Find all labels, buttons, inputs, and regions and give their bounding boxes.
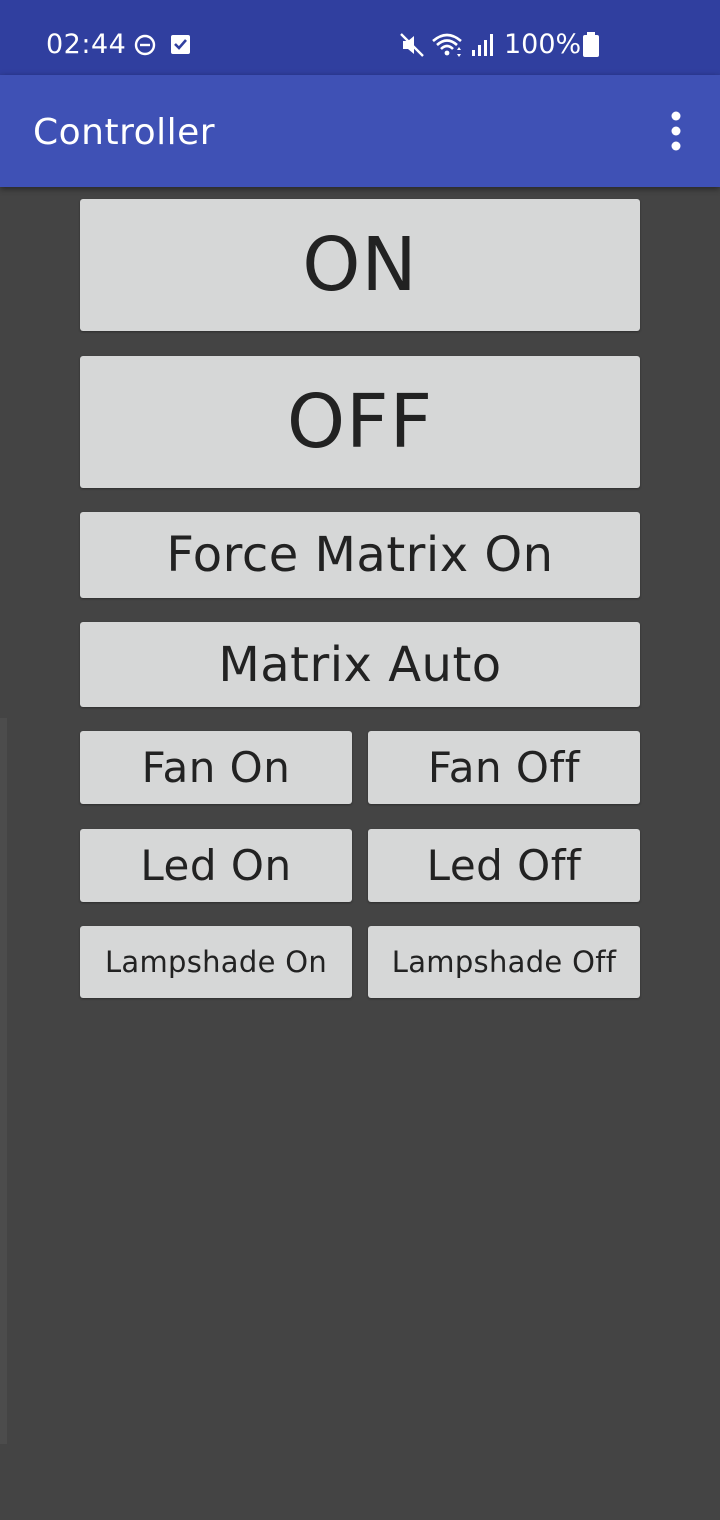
dnd-icon bbox=[134, 34, 156, 56]
app-bar: Controller bbox=[0, 75, 720, 187]
battery-icon bbox=[583, 32, 599, 57]
matrix-auto-button[interactable]: Matrix Auto bbox=[80, 622, 640, 707]
led-on-button[interactable]: Led On bbox=[80, 829, 352, 902]
more-vert-icon[interactable] bbox=[656, 105, 696, 157]
lampshade-on-button[interactable]: Lampshade On bbox=[80, 926, 352, 998]
fan-on-button[interactable]: Fan On bbox=[80, 731, 352, 804]
app-title: Controller bbox=[33, 112, 216, 153]
battery-percentage: 100% bbox=[504, 29, 582, 60]
signal-icon bbox=[472, 34, 493, 56]
wifi-icon bbox=[432, 33, 462, 57]
mute-icon bbox=[400, 33, 424, 57]
status-time: 02:44 bbox=[46, 29, 127, 60]
on-button[interactable]: ON bbox=[80, 199, 640, 331]
led-off-button[interactable]: Led Off bbox=[368, 829, 640, 902]
lampshade-off-button[interactable]: Lampshade Off bbox=[368, 926, 640, 998]
fan-off-button[interactable]: Fan Off bbox=[368, 731, 640, 804]
edge-panel-handle[interactable] bbox=[0, 718, 7, 1444]
checkbox-notification-icon bbox=[171, 35, 190, 54]
force-matrix-on-button[interactable]: Force Matrix On bbox=[80, 512, 640, 598]
status-bar: 02:44 100% bbox=[0, 0, 720, 75]
off-button[interactable]: OFF bbox=[80, 356, 640, 488]
